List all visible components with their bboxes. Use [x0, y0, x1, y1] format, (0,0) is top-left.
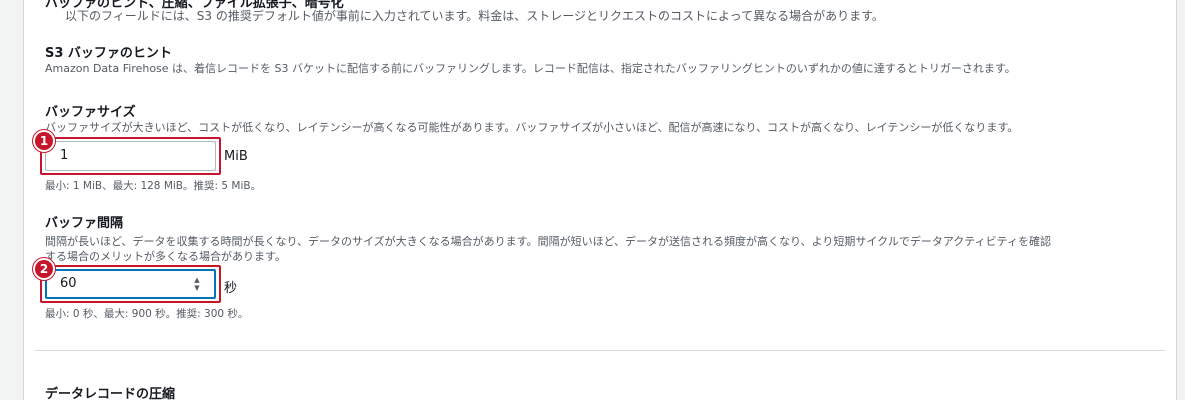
s3-buffer-hints-description: Amazon Data Firehose は、着信レコードを S3 バケットに配…: [45, 62, 1016, 75]
step-marker-2: 2: [33, 258, 55, 280]
buffer-size-unit: MiB: [224, 149, 248, 164]
buffer-interval-description-line1: 間隔が長いほど、データを収集する時間が長くなり、データのサイズが大きくなる場合が…: [45, 235, 1051, 248]
spinner-up-icon[interactable]: ▲: [192, 276, 202, 284]
data-record-compression-title: データレコードの圧縮: [45, 387, 176, 400]
buffer-interval-unit: 秒: [224, 281, 238, 296]
buffer-interval-label: バッファ間隔: [45, 216, 124, 231]
buffer-interval-description-line2: する場合のメリットが多くなる場合があります。: [45, 250, 286, 263]
page: バッファのヒント、圧縮、ファイル拡張子、暗号化 以下のフィールドには、S3 の推…: [0, 0, 1185, 400]
number-spinner[interactable]: ▲ ▼: [192, 276, 202, 292]
buffer-size-input[interactable]: 1: [45, 141, 216, 171]
buffer-interval-value: 60: [60, 276, 77, 291]
buffer-size-description: バッファサイズが大きいほど、コストが低くなり、レイテンシーが高くなる可能性があり…: [45, 121, 1019, 134]
s3-buffer-hints-title: S3 バッファのヒント: [45, 46, 172, 61]
spinner-down-icon[interactable]: ▼: [192, 284, 202, 292]
section-divider: [35, 350, 1165, 351]
step-marker-1: 1: [33, 130, 55, 152]
prefilled-defaults-description: 以下のフィールドには、S3 の推奨デフォルト値が事前に入力されています。料金は、…: [65, 9, 884, 23]
buffer-interval-help-text: 最小: 0 秒、最大: 900 秒。推奨: 300 秒。: [45, 308, 249, 320]
buffer-size-value: 1: [60, 148, 69, 163]
buffer-size-help-text: 最小: 1 MiB、最大: 128 MiB。推奨: 5 MiB。: [45, 180, 262, 192]
buffer-size-label: バッファサイズ: [45, 105, 136, 120]
buffer-interval-input[interactable]: 60: [45, 269, 216, 299]
